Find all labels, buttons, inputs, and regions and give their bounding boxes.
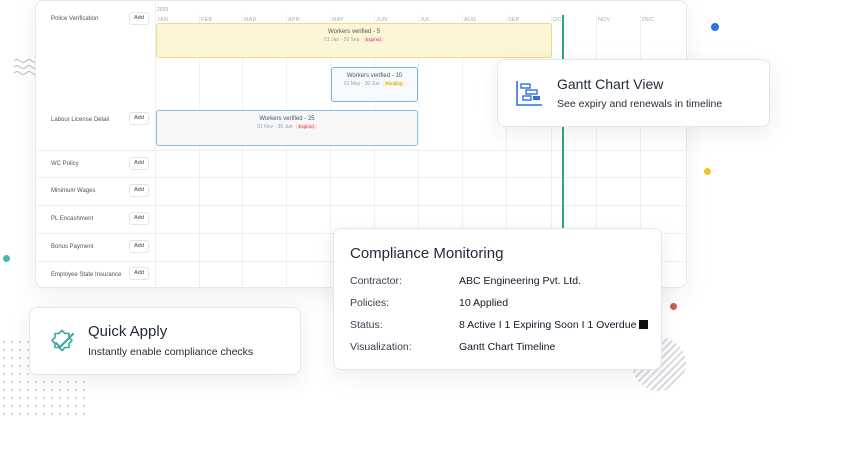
gantt-bar-police-verification[interactable]: Workers verified - 5 01 Jan - 30 Sep Expi…: [156, 23, 552, 58]
card-subtitle: See expiry and renewals in timeline: [557, 98, 723, 110]
detail-key: Status:: [350, 319, 383, 331]
row-divider: [36, 177, 686, 178]
row-divider: [36, 150, 686, 151]
bar-title: Workers verified - 10: [346, 73, 403, 79]
row-label-pl-encashment: PL Encashment: [51, 216, 94, 222]
quick-apply-card: Quick Apply Instantly enable compliance …: [29, 307, 301, 375]
square-icon: [639, 320, 649, 329]
month-label: DEC: [642, 17, 655, 23]
detail-key: Contractor:: [350, 275, 402, 287]
detail-value: 10 Applied: [459, 297, 509, 309]
detail-value: Gantt Chart Timeline: [459, 341, 556, 353]
card-title: Compliance Monitoring: [350, 245, 504, 262]
detail-value: ABC Engineering Pvt. Ltd.: [459, 275, 581, 287]
detail-key: Policies:: [350, 297, 390, 309]
gantt-bar-labour-license[interactable]: Workers verified - 25 01 Nov - 30 Jun Exp…: [156, 110, 418, 146]
row-label-wc-policy: WC Policy: [51, 161, 79, 167]
add-police-verification-button[interactable]: Add: [129, 12, 149, 25]
bar-title: Workers verified - 25: [259, 116, 315, 122]
row-label-police-verification: Police Verification: [51, 16, 99, 22]
status-badge: Expired: [362, 37, 384, 42]
card-title: Quick Apply: [88, 323, 168, 340]
row-label-bonus-payment: Bonus Payment: [51, 244, 94, 250]
gantt-bar-police-verification-renewal[interactable]: Workers verified - 10 01 May - 30 Jun Pen…: [331, 67, 418, 102]
row-label-employee-state-insurance: Employee State Insurance: [51, 272, 122, 278]
add-bonus-payment-button[interactable]: Add: [129, 240, 149, 253]
card-subtitle: Instantly enable compliance checks: [88, 346, 254, 358]
bar-dates: 01 Nov - 30 Jun Expired: [157, 124, 417, 130]
status-badge: Pending: [382, 81, 406, 86]
add-employee-state-insurance-button[interactable]: Add: [129, 267, 149, 280]
add-labour-license-button[interactable]: Add: [129, 112, 149, 125]
gantt-year: 2025: [157, 7, 169, 13]
detail-key: Visualization:: [350, 341, 412, 353]
row-divider: [36, 205, 686, 206]
add-minimum-wages-button[interactable]: Add: [129, 184, 149, 197]
add-wc-policy-button[interactable]: Add: [129, 157, 149, 170]
detail-value-wrap: 8 Active I 1 Expiring Soon I 1 Overdue: [459, 319, 649, 331]
add-pl-encashment-button[interactable]: Add: [129, 212, 149, 225]
detail-value: 8 Active I 1 Expiring Soon I 1 Overdue: [459, 319, 637, 331]
bar-title: Workers verified - 5: [328, 29, 380, 35]
check-badge-icon: [47, 327, 77, 362]
gantt-chart-icon: [514, 78, 544, 113]
bar-dates: 01 Jan - 30 Sep Expired: [157, 37, 551, 43]
month-label: NOV: [598, 17, 611, 23]
decor-dot: [670, 303, 677, 310]
bar-dates: 01 May - 30 Jun Pending: [332, 81, 417, 87]
compliance-monitoring-card: Compliance Monitoring Contractor: ABC En…: [333, 228, 662, 370]
card-title: Gantt Chart View: [557, 76, 664, 92]
gantt-chart-view-card: Gantt Chart View See expiry and renewals…: [497, 59, 770, 127]
row-label-minimum-wages: Minimum Wages: [51, 188, 96, 194]
status-badge: Expired: [295, 124, 317, 129]
decor-dot: [704, 168, 711, 175]
decor-dot: [711, 23, 719, 31]
decor-dot: [3, 255, 10, 262]
row-label-labour-license: Labour License Detail: [51, 117, 110, 123]
